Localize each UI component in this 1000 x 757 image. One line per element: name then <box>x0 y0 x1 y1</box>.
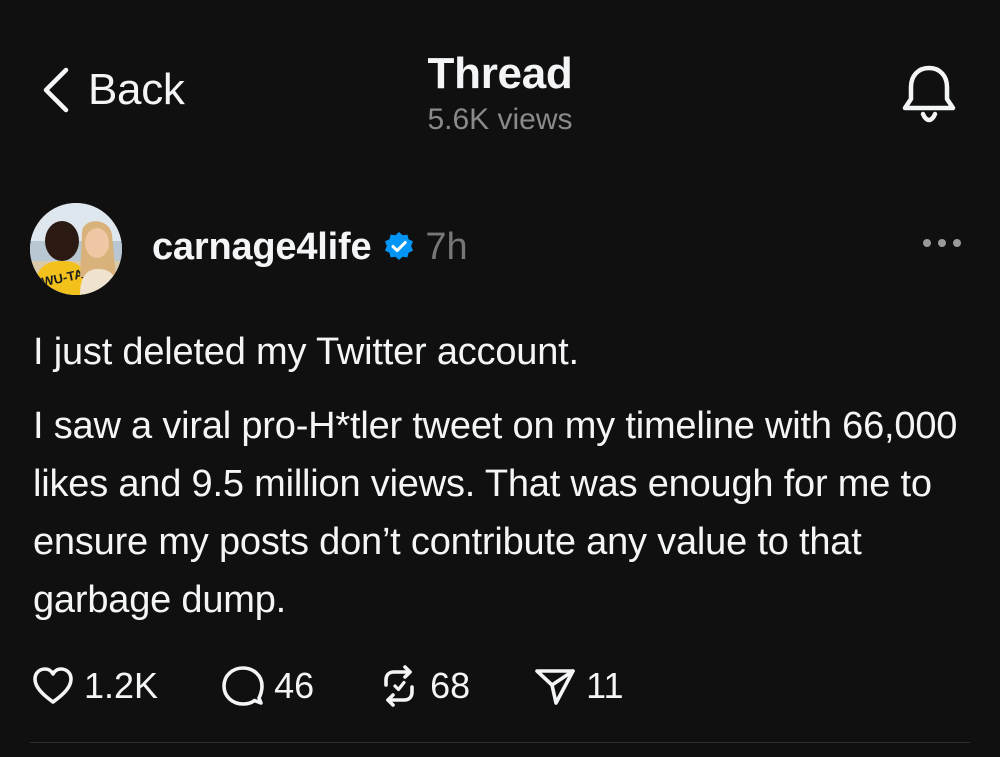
avatar[interactable]: WU-TANG <box>30 203 122 295</box>
share-count: 11 <box>586 665 624 706</box>
heart-icon <box>33 667 73 704</box>
like-count: 1.2K <box>84 665 159 706</box>
title-block: Thread 5.6K views <box>300 48 700 138</box>
more-icon[interactable] <box>920 231 964 255</box>
reply-button[interactable]: 46 <box>220 663 314 709</box>
chevron-left-icon <box>43 67 69 113</box>
like-button[interactable]: 1.2K <box>30 663 158 709</box>
post-paragraph: I saw a viral pro-H*tler tweet on my tim… <box>33 405 958 621</box>
page-title: Thread <box>427 49 573 98</box>
share-button[interactable]: 11 <box>532 663 624 709</box>
repost-icon <box>384 665 414 707</box>
avatar-photo: WU-TANG <box>30 203 122 295</box>
author-row: carnage4life 7h <box>152 219 468 275</box>
back-label: Back <box>88 65 185 114</box>
comment-icon <box>222 666 264 706</box>
reply-count: 46 <box>274 665 315 706</box>
bell-icon[interactable] <box>896 60 962 126</box>
post-body: I just deleted my Twitter account. I saw… <box>33 323 978 645</box>
view-count: 5.6K views <box>427 103 573 136</box>
repost-button[interactable]: 68 <box>376 663 470 709</box>
repost-count: 68 <box>430 665 471 706</box>
thread-header: Back Thread 5.6K views <box>0 0 1000 170</box>
share-icon <box>535 669 575 705</box>
post-paragraph: I just deleted my Twitter account. <box>33 331 579 373</box>
username[interactable]: carnage4life <box>152 226 372 269</box>
verified-icon <box>385 232 414 260</box>
back-button[interactable]: Back <box>40 62 185 118</box>
divider <box>30 742 970 743</box>
post-timestamp: 7h <box>425 225 468 268</box>
post-actions: 1.2K 46 68 11 <box>30 657 686 715</box>
